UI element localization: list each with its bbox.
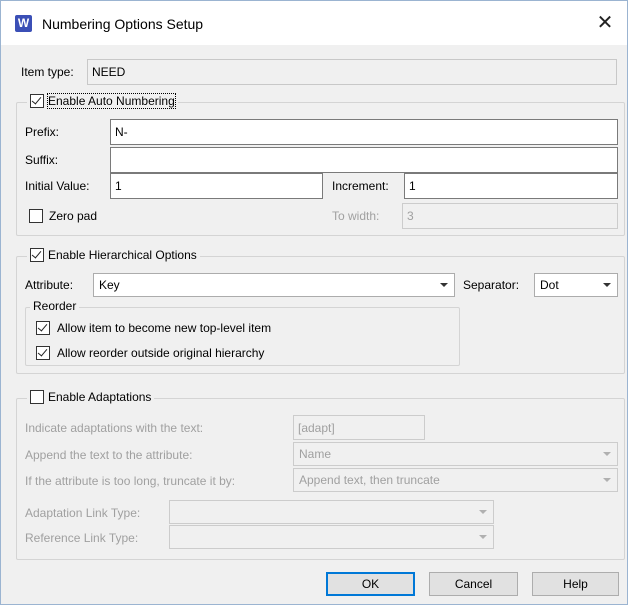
separator-label: Separator:: [463, 278, 520, 292]
app-logo-icon: W: [15, 15, 32, 32]
hierarchical-checkbox[interactable]: [30, 248, 44, 262]
auto-numbering-label: Enable Auto Numbering: [47, 93, 176, 109]
hierarchical-label: Enable Hierarchical Options: [48, 248, 197, 262]
attribute-label: Attribute:: [25, 278, 74, 292]
chevron-down-icon: [603, 452, 611, 456]
prefix-label: Prefix:: [25, 125, 60, 139]
initial-value-label: Initial Value:: [25, 179, 90, 193]
auto-numbering-legend: Enable Auto Numbering: [27, 93, 178, 109]
suffix-label: Suffix:: [25, 153, 59, 167]
chevron-down-icon: [603, 478, 611, 482]
zero-pad-checkbox[interactable]: [29, 209, 43, 223]
to-width-label: To width:: [332, 209, 380, 223]
separator-select-value: Dot: [540, 278, 559, 292]
allow-outside-checkbox[interactable]: [36, 346, 50, 360]
adaptation-link-select: [169, 500, 494, 524]
title-bar: W Numbering Options Setup ✕: [1, 1, 627, 45]
cancel-button[interactable]: Cancel: [429, 572, 518, 596]
truncate-select: Append text, then truncate: [293, 468, 618, 492]
prefix-input[interactable]: N-: [110, 119, 618, 145]
allow-outside-label: Allow reorder outside original hierarchy: [57, 346, 265, 360]
indicate-input: [adapt]: [293, 415, 425, 440]
indicate-label: Indicate adaptations with the text:: [25, 421, 204, 435]
to-width-input: 3: [402, 203, 618, 229]
allow-top-level-checkbox[interactable]: [36, 321, 50, 335]
increment-input[interactable]: 1: [404, 173, 618, 199]
close-button[interactable]: ✕: [583, 1, 627, 45]
reference-link-select: [169, 525, 494, 549]
append-select-value: Name: [299, 447, 332, 461]
adaptations-legend: Enable Adaptations: [27, 390, 155, 404]
help-button[interactable]: Help: [532, 572, 619, 596]
dialog-title: Numbering Options Setup: [42, 16, 204, 32]
hierarchical-legend: Enable Hierarchical Options: [27, 248, 200, 262]
chevron-down-icon: [479, 510, 487, 514]
truncate-select-value: Append text, then truncate: [299, 473, 440, 487]
chevron-down-icon: [440, 283, 448, 287]
chevron-down-icon: [479, 535, 487, 539]
adaptations-checkbox[interactable]: [30, 390, 44, 404]
attribute-select-value: Key: [99, 278, 120, 292]
adaptation-link-label: Adaptation Link Type:: [25, 506, 141, 520]
adaptations-label: Enable Adaptations: [48, 390, 152, 404]
separator-select[interactable]: Dot: [534, 273, 618, 297]
item-type-field: NEED: [87, 59, 617, 85]
reorder-legend: Reorder: [30, 299, 80, 313]
auto-numbering-checkbox[interactable]: [30, 94, 44, 108]
append-label: Append the text to the attribute:: [25, 448, 193, 462]
ok-button[interactable]: OK: [326, 572, 415, 596]
dialog-window: W Numbering Options Setup ✕ Item type: N…: [0, 0, 628, 605]
increment-label: Increment:: [332, 179, 389, 193]
allow-top-level-label: Allow item to become new top-level item: [57, 321, 272, 335]
initial-value-input[interactable]: 1: [110, 173, 323, 199]
zero-pad-label: Zero pad: [49, 209, 98, 223]
chevron-down-icon: [603, 283, 611, 287]
item-type-label: Item type:: [21, 65, 74, 79]
reference-link-label: Reference Link Type:: [25, 531, 139, 545]
append-select: Name: [293, 442, 618, 466]
truncate-label: If the attribute is too long, truncate i…: [25, 474, 236, 488]
suffix-input[interactable]: [110, 147, 618, 173]
attribute-select[interactable]: Key: [93, 273, 455, 297]
